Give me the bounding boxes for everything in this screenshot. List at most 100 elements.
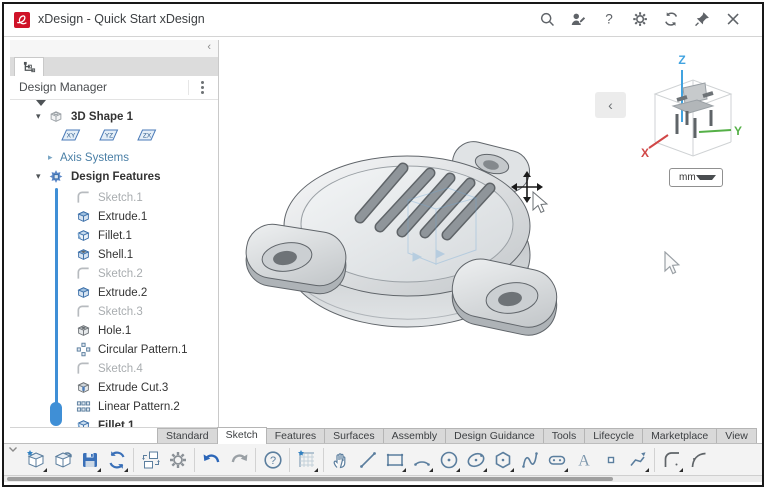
ribbon-tab-surfaces[interactable]: Surfaces [324, 428, 383, 444]
toolbar-button-trim[interactable] [624, 446, 651, 474]
tree-item-linear-pattern-2[interactable]: Linear Pattern.2 [76, 397, 180, 416]
tree-item-axis-systems[interactable]: ▸ Axis Systems [48, 148, 129, 167]
tree-item-sketch-3[interactable]: Sketch.3 [76, 302, 143, 321]
toolbar-collapse-chevron-icon[interactable] [4, 444, 22, 475]
plane-yz-icon[interactable]: YZ [98, 127, 120, 146]
toolbar-button-point[interactable] [597, 446, 624, 474]
tree-item-extrude-2[interactable]: Extrude.2 [76, 283, 147, 302]
ribbon-tab-standard[interactable]: Standard [157, 428, 218, 444]
expand-arrow-icon[interactable]: ▾ [36, 172, 48, 182]
toolbar-button-new-sketch[interactable] [293, 446, 320, 474]
flyout-arrow-icon[interactable] [679, 468, 683, 472]
toolbar-button-line[interactable] [354, 446, 381, 474]
tree-item-hole-1[interactable]: Hole.1 [76, 321, 131, 340]
tree-item-label: Circular Pattern.1 [98, 344, 187, 356]
ribbon-tab-design-guidance[interactable]: Design Guidance [445, 428, 544, 444]
toolbar-button-open-part[interactable] [49, 446, 76, 474]
tree-item-extrude-cut-3[interactable]: Extrude Cut.3 [76, 378, 168, 397]
tree-item-shell-1[interactable]: Shell.1 [76, 245, 133, 264]
flyout-arrow-icon[interactable] [402, 468, 406, 472]
chevron-left-button[interactable]: ‹ [595, 92, 626, 118]
toolbar-button-sync-data[interactable] [103, 446, 130, 474]
panel-collapse-chevron-icon[interactable]: ‹ [207, 41, 211, 53]
toolbar-button-corner-radius[interactable] [658, 446, 685, 474]
toolbar-button-redo[interactable] [225, 446, 252, 474]
flyout-arrow-icon[interactable] [483, 468, 487, 472]
toolbar-button-rectangle[interactable] [381, 446, 408, 474]
toolbar-button-ellipse[interactable] [462, 446, 489, 474]
ribbon-tab-sketch[interactable]: Sketch [217, 427, 267, 444]
toolbar-button-undo[interactable] [198, 446, 225, 474]
sync-icon[interactable] [660, 8, 684, 32]
ribbon-tab-features[interactable]: Features [266, 428, 325, 444]
sketch-toolbar: ?A [4, 443, 762, 476]
toolbar-button-arc[interactable] [408, 446, 435, 474]
settings-icon[interactable] [629, 8, 653, 32]
model-speaker-housing[interactable] [230, 140, 570, 355]
tree-item-sketch-1[interactable]: Sketch.1 [76, 188, 143, 207]
tree-item-label: Sketch.2 [98, 268, 143, 280]
mouse-pointer-icon [663, 251, 683, 279]
rollback-bar-handle[interactable] [50, 402, 62, 426]
tree-item-sketch-2[interactable]: Sketch.2 [76, 264, 143, 283]
flyout-arrow-icon[interactable] [124, 468, 128, 472]
ribbon-tab-tools[interactable]: Tools [543, 428, 586, 444]
open-part-icon [52, 449, 74, 471]
rollback-bar-line [55, 188, 58, 424]
tree-item-design-features[interactable]: ▾ Design Features [36, 167, 160, 186]
ribbon-tab-assembly[interactable]: Assembly [383, 428, 447, 444]
help-icon[interactable]: ? [598, 8, 622, 32]
plane-zx-icon[interactable]: ZX [136, 127, 158, 146]
toolbar-button-slot[interactable] [543, 446, 570, 474]
expand-arrow-icon[interactable]: ▾ [36, 112, 48, 122]
horizontal-scrollbar[interactable] [4, 476, 762, 482]
tree-item-label: 3D Shape 1 [71, 111, 133, 123]
toolbar-button-polygon[interactable] [489, 446, 516, 474]
flyout-arrow-icon[interactable] [564, 468, 568, 472]
flyout-arrow-icon[interactable] [429, 468, 433, 472]
ribbon-tab-view[interactable]: View [716, 428, 757, 444]
toolbar-button-select-hand[interactable] [327, 446, 354, 474]
flyout-arrow-icon[interactable] [645, 468, 649, 472]
extrude-icon [76, 285, 91, 300]
scrollbar-thumb[interactable] [7, 477, 613, 481]
tree-item-sketch-4[interactable]: Sketch.4 [76, 359, 143, 378]
sketch-icon [76, 304, 91, 319]
y-axis [699, 130, 731, 132]
close-icon[interactable] [722, 8, 746, 32]
flyout-arrow-icon[interactable] [97, 468, 101, 472]
panel-menu-kebab-icon[interactable] [188, 80, 209, 95]
tree-item-3d-shape[interactable]: ▾ 3D Shape 1 [36, 107, 133, 126]
toolbar-button-save[interactable] [76, 446, 103, 474]
tree-item-circular-pattern-1[interactable]: Circular Pattern.1 [76, 340, 187, 359]
toolbar-button-corner-arc[interactable] [685, 446, 712, 474]
pin-icon[interactable] [691, 8, 715, 32]
collapse-arrow-icon[interactable]: ▸ [48, 153, 60, 163]
toolbar-button-new-part[interactable] [22, 446, 49, 474]
ribbon-tab-lifecycle[interactable]: Lifecycle [584, 428, 643, 444]
tree-item-fillet-1[interactable]: Fillet.1 [76, 226, 132, 245]
search-icon[interactable] [536, 8, 560, 32]
tree-item-fillet-1[interactable]: Fillet.1 [76, 416, 134, 427]
tab-design-tree[interactable] [14, 57, 44, 76]
tree-item-extrude-1[interactable]: Extrude.1 [76, 207, 147, 226]
svg-text:YZ: YZ [105, 132, 113, 139]
toolbar-button-spline[interactable] [516, 446, 543, 474]
orientation-triad[interactable]: Z Y X [635, 48, 750, 168]
flyout-arrow-icon[interactable] [314, 468, 318, 472]
toolbar-button-text[interactable]: A [570, 446, 597, 474]
ribbon-tab-marketplace[interactable]: Marketplace [642, 428, 717, 444]
panel-top-strip: ‹ [10, 40, 218, 58]
units-dropdown[interactable]: mm [669, 168, 723, 187]
flyout-arrow-icon[interactable] [43, 468, 47, 472]
toolbar-button-circle[interactable] [435, 446, 462, 474]
flyout-arrow-icon[interactable] [510, 468, 514, 472]
flyout-arrow-icon[interactable] [456, 468, 460, 472]
toolbar-button-compare[interactable] [137, 446, 164, 474]
toolbar-button-help-tool[interactable]: ? [259, 446, 286, 474]
tree-item-label: Extrude.2 [98, 287, 147, 299]
toolbar-button-settings-gear[interactable] [164, 446, 191, 474]
plane-xy-icon[interactable]: XY [60, 127, 82, 146]
user-edit-icon[interactable] [567, 8, 591, 32]
compare-icon [140, 449, 162, 471]
